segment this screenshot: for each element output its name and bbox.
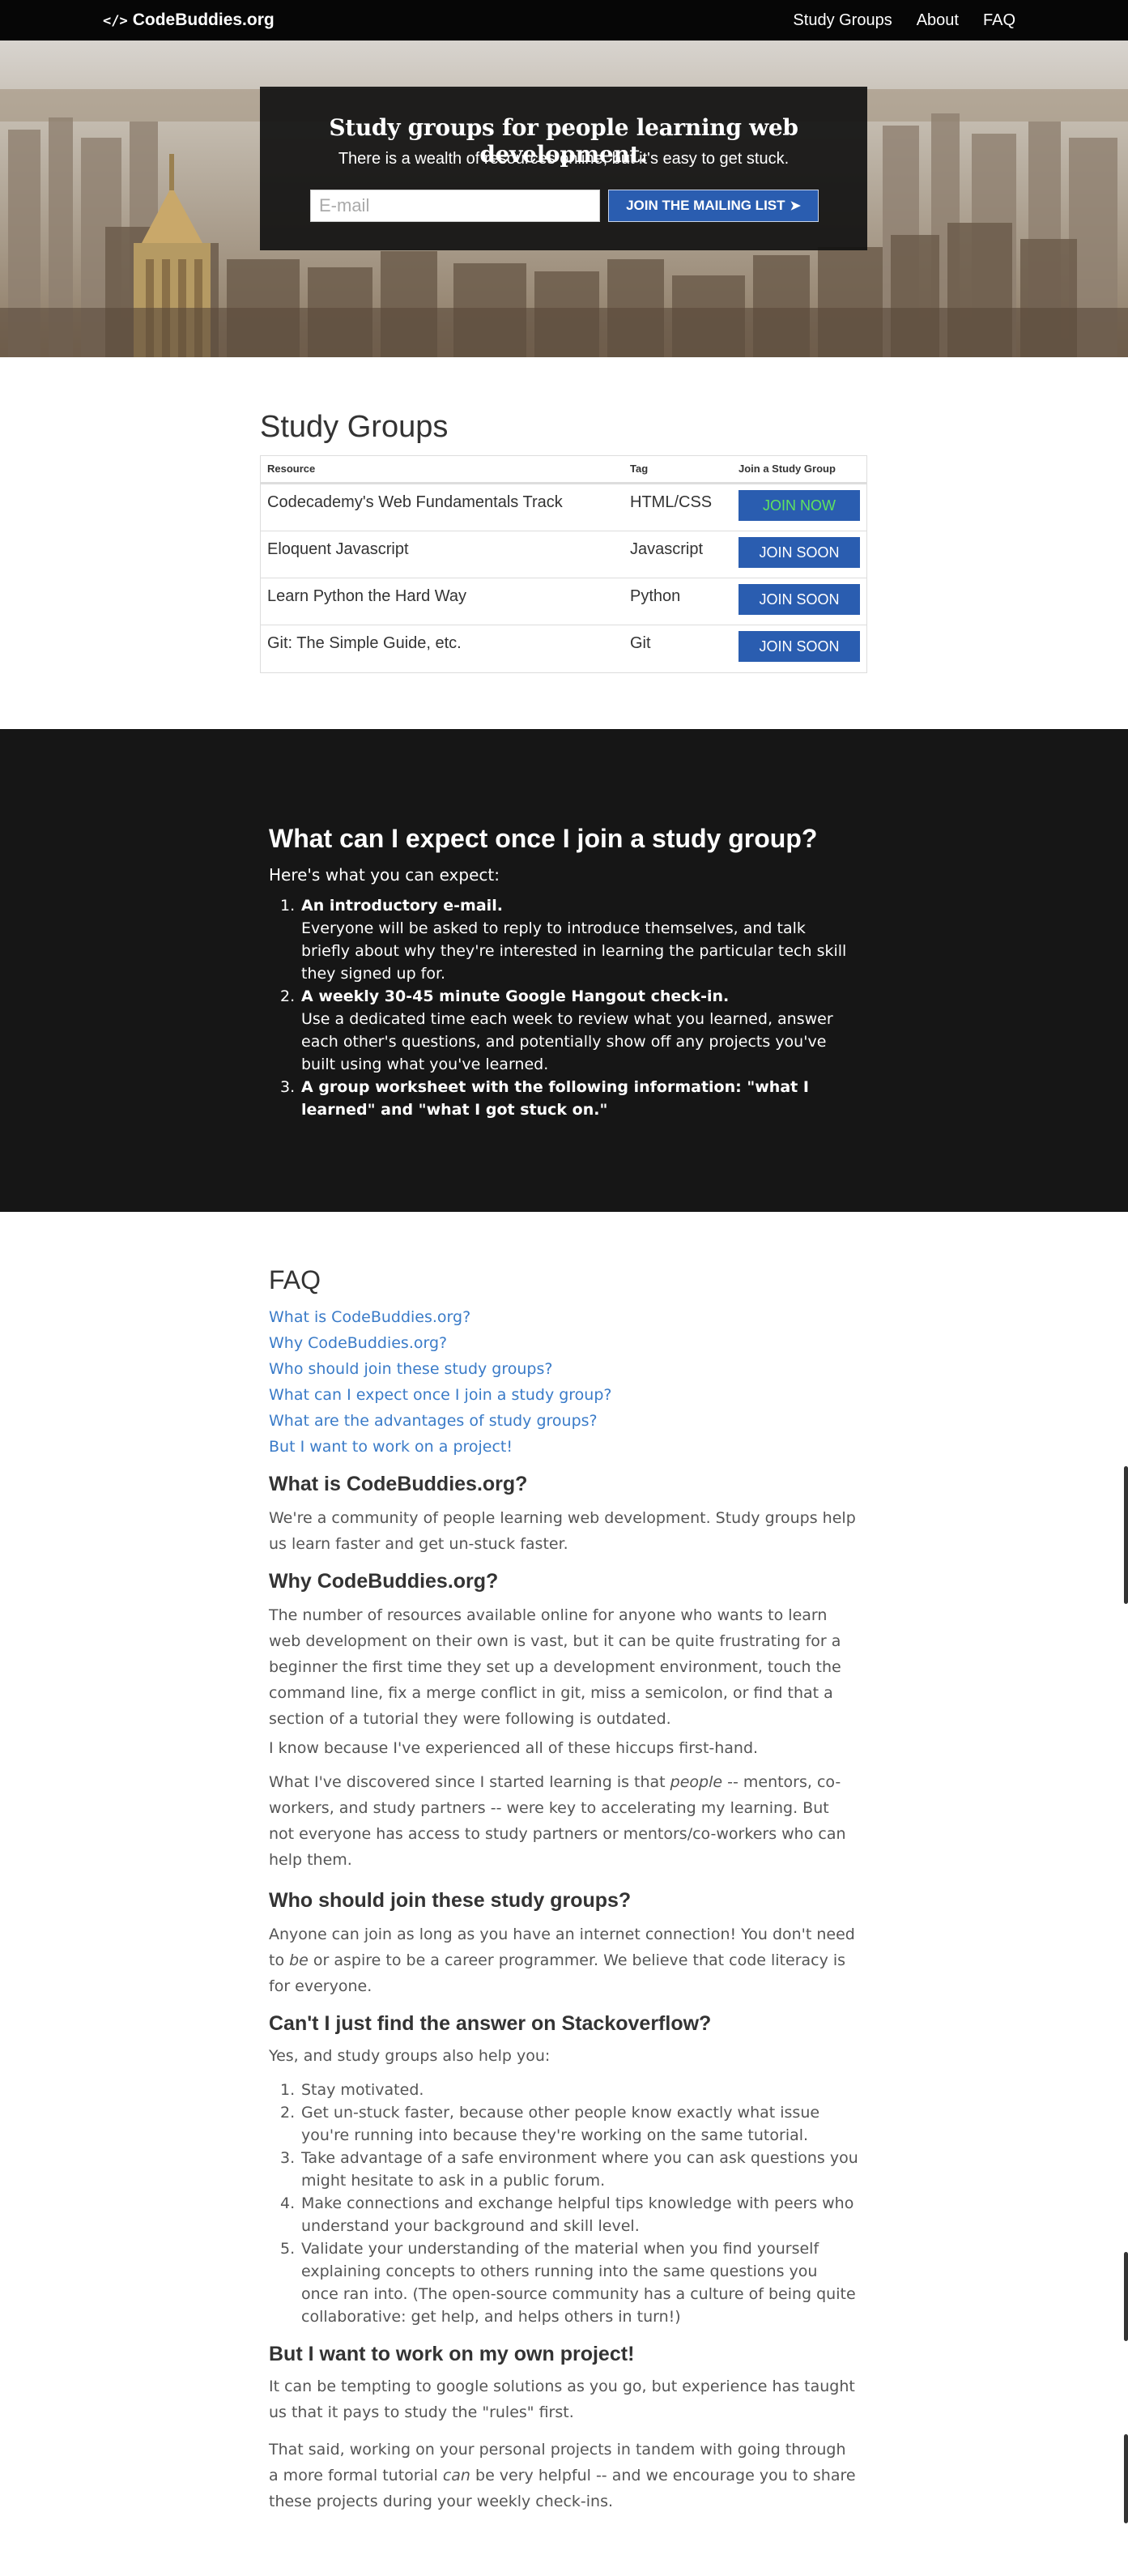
faq-answer: We're a community of people learning web…: [269, 1509, 856, 1553]
nav-link-study-groups[interactable]: Study Groups: [793, 0, 892, 41]
nav-link-about[interactable]: About: [917, 0, 959, 41]
faq-link-who[interactable]: Who should join these study groups?: [269, 1356, 612, 1382]
hero-panel: Study groups for people learning web dev…: [260, 87, 867, 250]
table-row: Learn Python the Hard Way Python JOIN SO…: [261, 578, 866, 625]
faq-question: Can't I just find the answer on Stackove…: [269, 2012, 712, 2035]
table-row: Eloquent Javascript Javascript JOIN SOON: [261, 531, 866, 578]
faq-answer: That said, working on your personal proj…: [269, 2441, 856, 2510]
navbar: </> CodeBuddies.org Study Groups About FA…: [0, 0, 1128, 41]
resource-name[interactable]: Eloquent Javascript: [267, 540, 409, 559]
faq-answer: Anyone can join as long as you have an i…: [269, 1926, 855, 1995]
list-item: 5. Validate your understanding of the mat…: [280, 2240, 856, 2326]
join-soon-button[interactable]: JOIN SOON: [739, 537, 860, 568]
scrollbar-thumb[interactable]: [1124, 1466, 1128, 1604]
header-join: Join a Study Group: [739, 463, 836, 475]
study-groups-table: Resource Tag Join a Study Group Codecade…: [260, 455, 867, 673]
list-item: 1. An introductory e-mail. Everyone will…: [269, 894, 852, 985]
study-groups-title: Study Groups: [260, 410, 449, 444]
resource-tag: Javascript: [630, 540, 704, 558]
faq-answer: The number of resources available online…: [269, 1606, 841, 1728]
table-row: Git: The Simple Guide, etc. Git JOIN SOO…: [261, 625, 866, 672]
faq-answer: I know because I've experienced all of t…: [269, 1739, 759, 1757]
table-row: Codecademy's Web Fundamentals Track HTML…: [261, 484, 866, 531]
join-soon-button[interactable]: JOIN SOON: [739, 584, 860, 615]
hero-subtitle: There is a wealth of resources online, b…: [338, 150, 790, 168]
expect-title: What can I expect once I join a study gr…: [269, 824, 818, 853]
faq-answer: Yes, and study groups also help you:: [269, 2047, 551, 2065]
table-header: Resource Tag Join a Study Group: [261, 456, 866, 484]
faq-link-expect[interactable]: What can I expect once I join a study gr…: [269, 1382, 612, 1408]
paper-plane-icon: ➤: [790, 199, 801, 213]
faq-question: What is CodeBuddies.org?: [269, 1473, 528, 1495]
faq-answer: What I've discovered since I started lea…: [269, 1773, 846, 1869]
hero-banner: Study groups for people learning web dev…: [0, 41, 1128, 357]
resource-tag: Python: [630, 587, 681, 605]
header-resource: Resource: [267, 463, 316, 475]
email-input[interactable]: [310, 190, 600, 222]
list-item: 1. Stay motivated.: [280, 2081, 424, 2099]
faq-link-project[interactable]: But I want to work on a project!: [269, 1434, 612, 1460]
expect-item-text: Use a dedicated time each week to review…: [301, 1010, 833, 1073]
scrollbar-thumb[interactable]: [1124, 2252, 1128, 2341]
list-item: 3. Take advantage of a safe environment w…: [280, 2149, 858, 2190]
code-icon: </>: [103, 13, 128, 29]
resource-name[interactable]: Git: The Simple Guide, etc.: [267, 634, 462, 653]
list-item: 2. A weekly 30-45 minute Google Hangout …: [269, 985, 852, 1076]
faq-link-what-is[interactable]: What is CodeBuddies.org?: [269, 1304, 612, 1330]
faq-link-advantages[interactable]: What are the advantages of study groups?: [269, 1408, 612, 1434]
join-mailing-list-label: JOIN THE MAILING LIST: [626, 198, 785, 213]
resource-name[interactable]: Codecademy's Web Fundamentals Track: [267, 493, 563, 512]
resource-name[interactable]: Learn Python the Hard Way: [267, 587, 466, 606]
join-now-button[interactable]: JOIN NOW: [739, 490, 860, 521]
scrollbar-thumb[interactable]: [1124, 2434, 1128, 2523]
advantages-list: 1. Stay motivated. 2. Get un-stuck faster,…: [269, 2079, 858, 2328]
nav-links: Study Groups About FAQ: [793, 0, 1015, 41]
faq-title: FAQ: [269, 1265, 321, 1294]
expect-item-title: An introductory e-mail.: [301, 897, 503, 915]
join-soon-button[interactable]: JOIN SOON: [739, 631, 860, 662]
expect-list: 1. An introductory e-mail. Everyone will…: [269, 894, 852, 1121]
list-item: 4. Make connections and exchange helpful …: [280, 2194, 854, 2235]
brand-link[interactable]: </> CodeBuddies.org: [103, 0, 275, 41]
faq-question: But I want to work on my own project!: [269, 2343, 635, 2365]
faq-question: Why CodeBuddies.org?: [269, 1570, 499, 1593]
expect-section: What can I expect once I join a study gr…: [0, 729, 1128, 1212]
resource-tag: Git: [630, 634, 651, 652]
join-mailing-list-button[interactable]: JOIN THE MAILING LIST ➤: [608, 190, 819, 222]
faq-link-list: What is CodeBuddies.org? Why CodeBuddies…: [269, 1304, 612, 1460]
faq-link-why[interactable]: Why CodeBuddies.org?: [269, 1330, 612, 1356]
expect-item-title: A weekly 30-45 minute Google Hangout che…: [301, 987, 730, 1005]
brand-name: CodeBuddies.org: [132, 11, 275, 29]
faq-answer: It can be tempting to google solutions a…: [269, 2378, 855, 2421]
nav-link-faq[interactable]: FAQ: [983, 0, 1015, 41]
faq-question: Who should join these study groups?: [269, 1889, 632, 1912]
expect-item-text: Everyone will be asked to reply to intro…: [301, 919, 847, 983]
header-tag: Tag: [630, 463, 649, 475]
expect-lead: Here's what you can expect:: [269, 865, 500, 885]
resource-tag: HTML/CSS: [630, 493, 713, 511]
list-item: 3. A group worksheet with the following …: [269, 1076, 852, 1121]
expect-item-title: A group worksheet with the following inf…: [301, 1078, 809, 1119]
list-item: 2. Get un-stuck faster, because other peo…: [280, 2104, 820, 2144]
